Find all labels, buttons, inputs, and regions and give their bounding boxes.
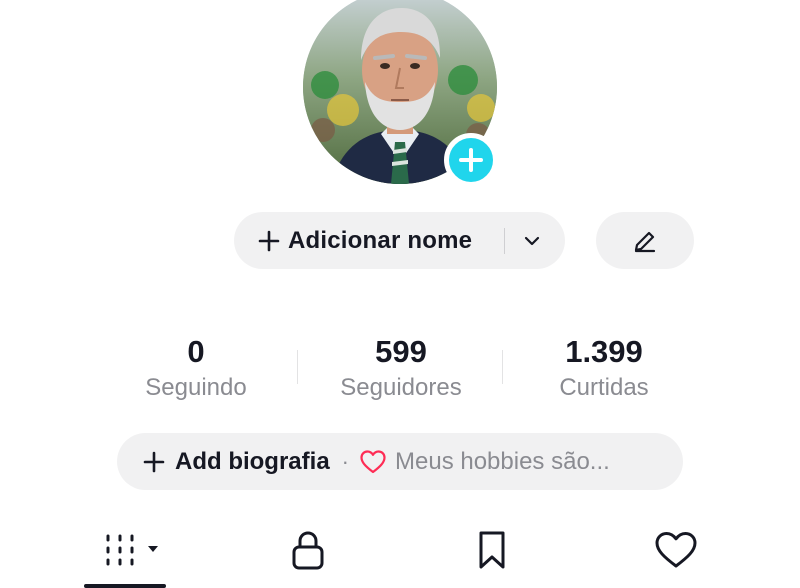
grid-icon	[106, 534, 158, 566]
active-tab-indicator	[84, 584, 166, 588]
lock-icon	[292, 531, 324, 570]
stat-followers[interactable]: 599 Seguidores	[320, 333, 482, 403]
plus-icon	[459, 148, 483, 172]
profile-page: Adicionar nome 0 Seguindo 599 Seguidores…	[0, 0, 800, 588]
add-name-label: Adicionar nome	[288, 226, 473, 254]
stat-divider	[297, 350, 298, 384]
likes-count: 1.399	[565, 334, 643, 369]
tab-videos[interactable]	[96, 526, 166, 574]
tab-liked[interactable]	[650, 526, 702, 574]
likes-caption: Curtidas	[559, 374, 649, 401]
plus-icon	[258, 230, 280, 252]
add-bio-button[interactable]: Add biografia · Meus hobbies são...	[117, 433, 683, 490]
pencil-icon	[634, 231, 656, 252]
stat-likes[interactable]: 1.399 Curtidas	[528, 333, 680, 403]
chevron-down-icon[interactable]	[520, 229, 544, 253]
followers-caption: Seguidores	[340, 374, 462, 401]
following-caption: Seguindo	[145, 374, 247, 401]
followers-count: 599	[375, 334, 427, 369]
tab-private[interactable]	[284, 526, 332, 574]
add-name-button[interactable]: Adicionar nome	[234, 212, 565, 269]
plus-icon	[143, 451, 165, 473]
add-photo-button[interactable]	[444, 133, 498, 187]
add-bio-label: Add biografia	[175, 447, 330, 475]
bookmark-icon	[479, 531, 505, 569]
stat-divider	[502, 350, 503, 384]
divider	[504, 228, 505, 254]
following-count: 0	[187, 334, 205, 369]
bio-separator: ·	[341, 448, 349, 474]
heart-icon	[655, 532, 697, 568]
edit-profile-button[interactable]	[596, 212, 694, 269]
heart-icon	[359, 449, 387, 475]
tab-saved[interactable]	[468, 526, 516, 574]
bio-hint: Meus hobbies são...	[395, 447, 610, 475]
stat-following[interactable]: 0 Seguindo	[120, 333, 272, 403]
